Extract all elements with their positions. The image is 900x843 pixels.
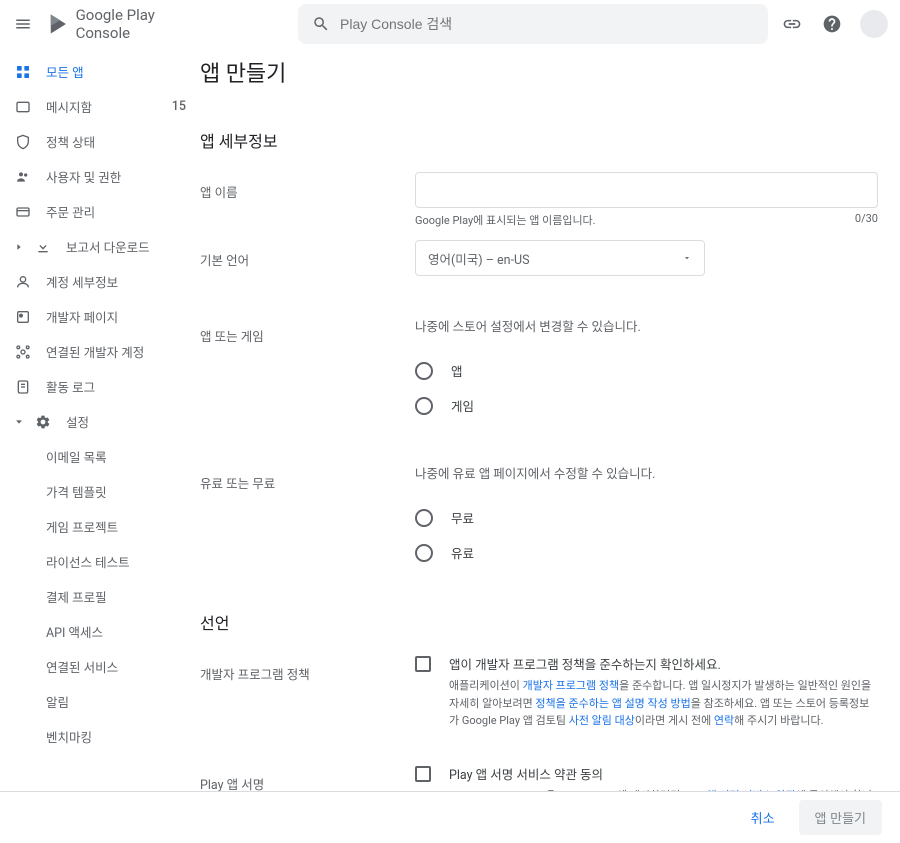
app-name-counter: 0/30 xyxy=(855,212,878,228)
policy-desc: 애플리케이션이 개발자 프로그램 정책을 준수합니다. 앱 일시정지가 발생하는… xyxy=(449,677,878,730)
radio-icon xyxy=(415,362,433,380)
sidebar-item-settings[interactable]: 설정 xyxy=(0,404,200,439)
menu-button[interactable] xyxy=(12,12,35,36)
sidebar-label: 보고서 다운로드 xyxy=(66,237,150,256)
sidebar-item-orders[interactable]: 주문 관리 xyxy=(0,194,200,229)
sidebar-label: 사용자 및 권한 xyxy=(46,167,121,186)
sidebar-sub-benchmark[interactable]: 벤치마킹 xyxy=(0,719,200,754)
sidebar-label: 모든 앱 xyxy=(46,62,84,81)
sidebar-label: 설정 xyxy=(66,412,89,431)
sidebar-item-account[interactable]: 계정 세부정보 xyxy=(0,264,200,299)
sidebar-item-users[interactable]: 사용자 및 권한 xyxy=(0,159,200,194)
link-icon[interactable] xyxy=(780,12,804,36)
cancel-button[interactable]: 취소 xyxy=(737,800,789,835)
inbox-badge: 15 xyxy=(172,99,186,114)
sidebar-label: 정책 상태 xyxy=(46,132,95,151)
search-icon xyxy=(312,15,330,33)
log-icon xyxy=(14,378,32,396)
default-lang-value: 영어(미국) – en-US xyxy=(428,249,530,268)
sidebar-item-policy[interactable]: 정책 상태 xyxy=(0,124,200,159)
search-box[interactable] xyxy=(298,4,768,44)
sidebar-sub-pricing[interactable]: 가격 템플릿 xyxy=(0,474,200,509)
sidebar-label: 주문 관리 xyxy=(46,202,95,221)
caret-icon xyxy=(14,242,24,252)
chevron-down-icon xyxy=(682,253,692,263)
section-details-title: 앱 세부정보 xyxy=(200,128,878,152)
sidebar: 모든 앱 메시지함 15 정책 상태 사용자 및 권한 주문 관리 보고서 다운… xyxy=(0,48,200,791)
sidebar-label: 활동 로그 xyxy=(46,377,95,396)
avatar[interactable] xyxy=(860,10,888,38)
radio-icon xyxy=(415,509,433,527)
inbox-icon xyxy=(14,98,32,116)
shield-icon xyxy=(14,133,32,151)
linked-icon xyxy=(14,343,32,361)
radio-free[interactable]: 무료 xyxy=(415,500,878,535)
apps-icon xyxy=(14,63,32,81)
devpage-icon xyxy=(14,308,32,326)
caret-down-icon xyxy=(14,417,24,427)
sidebar-sub-license[interactable]: 라이선스 테스트 xyxy=(0,544,200,579)
radio-app-label: 앱 xyxy=(451,361,463,380)
signing-checkbox[interactable] xyxy=(415,766,431,782)
free-or-paid-label: 유료 또는 무료 xyxy=(200,463,415,570)
radio-app[interactable]: 앱 xyxy=(415,353,878,388)
radio-game[interactable]: 게임 xyxy=(415,388,878,423)
footer: 취소 앱 만들기 xyxy=(0,791,900,843)
sidebar-sub-game[interactable]: 게임 프로젝트 xyxy=(0,509,200,544)
sidebar-label: 개발자 페이지 xyxy=(46,307,118,326)
gear-icon xyxy=(34,413,52,431)
account-icon xyxy=(14,273,32,291)
default-lang-label: 기본 언어 xyxy=(200,240,415,276)
main-content: 앱 만들기 앱 세부정보 앱 이름 Google Play에 표시되는 앱 이름… xyxy=(200,48,900,791)
policy-checkbox[interactable] xyxy=(415,656,431,672)
policy-label: 개발자 프로그램 정책 xyxy=(200,654,415,730)
free-or-paid-note: 나중에 유료 앱 페이지에서 수정할 수 있습니다. xyxy=(415,463,878,482)
radio-free-label: 무료 xyxy=(451,508,474,527)
radio-paid-label: 유료 xyxy=(451,543,474,562)
radio-paid[interactable]: 유료 xyxy=(415,535,878,570)
radio-game-label: 게임 xyxy=(451,396,474,415)
users-icon xyxy=(14,168,32,186)
policy-link-1[interactable]: 개발자 프로그램 정책 xyxy=(523,679,620,692)
section-declare-title: 선언 xyxy=(200,610,878,634)
card-icon xyxy=(14,203,32,221)
product-logo[interactable]: Google Play Console xyxy=(47,6,206,42)
policy-check-title: 앱이 개발자 프로그램 정책을 준수하는지 확인하세요. xyxy=(449,654,878,673)
search-input[interactable] xyxy=(340,16,754,32)
app-or-game-note: 나중에 스토어 설정에서 변경할 수 있습니다. xyxy=(415,316,878,335)
app-name-label: 앱 이름 xyxy=(200,172,415,228)
sidebar-sub-api[interactable]: API 액세스 xyxy=(0,614,200,649)
sidebar-sub-email[interactable]: 이메일 목록 xyxy=(0,439,200,474)
product-name: Google Play Console xyxy=(76,6,206,42)
create-app-button[interactable]: 앱 만들기 xyxy=(799,800,882,835)
sidebar-label: 계정 세부정보 xyxy=(46,272,118,291)
sidebar-sub-connected[interactable]: 연결된 서비스 xyxy=(0,649,200,684)
sidebar-item-devpage[interactable]: 개발자 페이지 xyxy=(0,299,200,334)
default-lang-select[interactable]: 영어(미국) – en-US xyxy=(415,240,705,276)
radio-icon xyxy=(415,544,433,562)
policy-link-3[interactable]: 사전 알림 대상 xyxy=(569,714,635,727)
sidebar-label: 연결된 개발자 계정 xyxy=(46,342,144,361)
app-name-helper: Google Play에 표시되는 앱 이름입니다. xyxy=(415,212,596,228)
sidebar-item-all-apps[interactable]: 모든 앱 xyxy=(0,54,200,89)
signing-check-title: Play 앱 서명 서비스 약관 동의 xyxy=(449,764,878,783)
radio-icon xyxy=(415,397,433,415)
policy-link-4[interactable]: 연락 xyxy=(714,714,734,727)
download-icon xyxy=(34,238,52,256)
help-icon[interactable] xyxy=(820,12,844,36)
sidebar-item-linked[interactable]: 연결된 개발자 계정 xyxy=(0,334,200,369)
sidebar-label: 메시지함 xyxy=(46,97,92,116)
app-or-game-label: 앱 또는 게임 xyxy=(200,316,415,423)
sidebar-item-log[interactable]: 활동 로그 xyxy=(0,369,200,404)
sidebar-item-inbox[interactable]: 메시지함 15 xyxy=(0,89,200,124)
sidebar-sub-payment[interactable]: 결제 프로필 xyxy=(0,579,200,614)
app-name-input[interactable] xyxy=(415,172,878,208)
page-title: 앱 만들기 xyxy=(200,56,878,88)
sidebar-sub-notify[interactable]: 알림 xyxy=(0,684,200,719)
signing-label: Play 앱 서명 xyxy=(200,764,415,791)
sidebar-item-reports[interactable]: 보고서 다운로드 xyxy=(0,229,200,264)
policy-link-2[interactable]: 정책을 준수하는 앱 설명 작성 방법 xyxy=(535,697,690,710)
